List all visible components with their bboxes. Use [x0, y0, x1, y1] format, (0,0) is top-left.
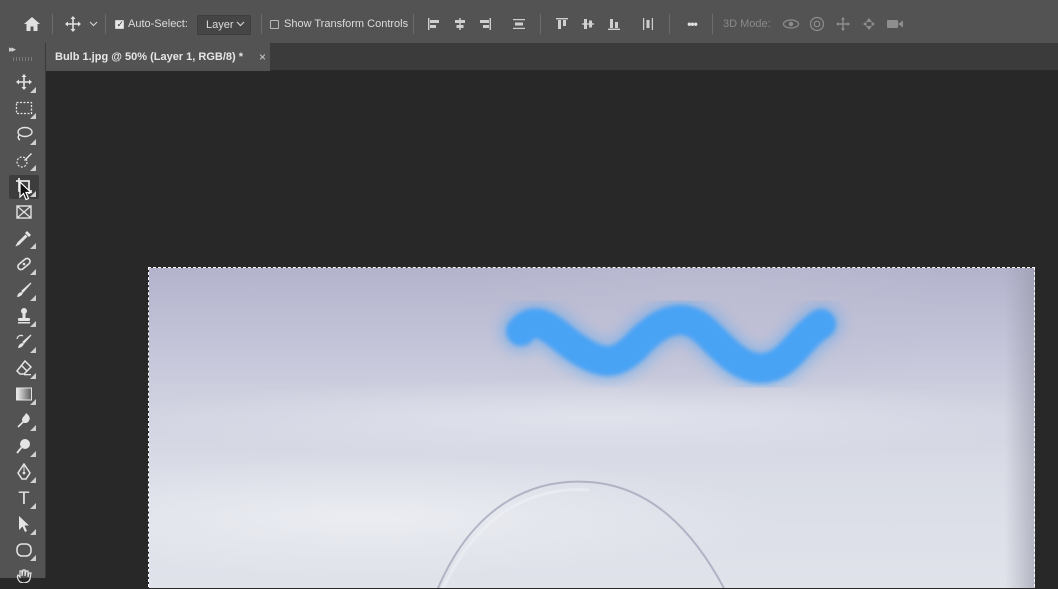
- close-icon[interactable]: ×: [259, 50, 266, 64]
- separator: [105, 14, 106, 34]
- tools-panel: ▸▸ T: [0, 43, 46, 584]
- separator: [712, 14, 713, 34]
- document-tab[interactable]: Bulb 1.jpg @ 50% (Layer 1, RGB/8) * ×: [46, 43, 270, 71]
- separator: [413, 14, 414, 34]
- align-left-edges-icon[interactable]: [425, 15, 443, 33]
- frame-tool[interactable]: [9, 201, 39, 225]
- path-selection-tool[interactable]: [9, 513, 39, 537]
- panel-grip[interactable]: [13, 57, 33, 61]
- options-bar: ✓ Auto-Select: Layer Show Transform Cont…: [0, 0, 1058, 48]
- slide-3d-camera-icon[interactable]: [860, 15, 878, 33]
- history-brush-tool[interactable]: [9, 331, 39, 355]
- check-icon: ✓: [116, 18, 125, 29]
- bulb-outline: [441, 488, 590, 588]
- separator: [52, 14, 53, 34]
- document-canvas[interactable]: [149, 268, 1035, 588]
- type-tool[interactable]: T: [9, 487, 39, 511]
- orbit-3d-camera-icon[interactable]: [781, 15, 801, 33]
- collapse-panel-button[interactable]: ▸▸: [9, 44, 16, 55]
- hand-icon: [15, 568, 33, 586]
- ellipse-tool[interactable]: [9, 539, 39, 563]
- separator: [261, 14, 262, 34]
- align-bottom-edges-icon[interactable]: [605, 15, 623, 33]
- blur-tool[interactable]: [9, 409, 39, 433]
- distribute-horizontal-icon[interactable]: [639, 15, 657, 33]
- eyedropper-tool[interactable]: [9, 227, 39, 251]
- auto-select-label[interactable]: Auto-Select:: [128, 17, 188, 31]
- mouse-cursor-icon: [19, 180, 33, 204]
- 3d-mode-label: 3D Mode:: [723, 18, 771, 30]
- clone-stamp-tool[interactable]: [9, 305, 39, 329]
- gradient-tool[interactable]: [9, 383, 39, 407]
- show-transform-controls-checkbox[interactable]: [269, 19, 279, 29]
- align-vertical-centers-icon[interactable]: [579, 15, 597, 33]
- image-content: [437, 298, 843, 588]
- more-options-button[interactable]: •••: [679, 16, 705, 32]
- chevron-down-icon[interactable]: [87, 18, 99, 30]
- align-top-edges-icon[interactable]: [553, 15, 571, 33]
- layer-group-select-value: Layer: [206, 19, 234, 31]
- quick-selection-tool[interactable]: [9, 149, 39, 173]
- document-tab-strip: Bulb 1.jpg @ 50% (Layer 1, RGB/8) * ×: [46, 43, 1058, 71]
- spot-healing-brush-tool[interactable]: [9, 253, 39, 277]
- document-tab-title: Bulb 1.jpg @ 50% (Layer 1, RGB/8) *: [55, 51, 243, 63]
- home-icon[interactable]: [20, 14, 44, 34]
- move-tool[interactable]: [9, 71, 39, 95]
- eraser-tool[interactable]: [9, 357, 39, 381]
- brush-tool[interactable]: [9, 279, 39, 303]
- canvas-workspace[interactable]: [46, 71, 1058, 588]
- frame-icon: [15, 204, 33, 223]
- roll-3d-camera-icon[interactable]: [808, 15, 826, 33]
- separator: [540, 14, 541, 34]
- hand-tool[interactable]: [9, 565, 39, 589]
- pen-tool[interactable]: [9, 461, 39, 485]
- align-right-edges-icon[interactable]: [476, 15, 494, 33]
- show-transform-controls-label[interactable]: Show Transform Controls: [284, 17, 408, 31]
- dodge-tool[interactable]: [9, 435, 39, 459]
- rectangular-marquee-tool[interactable]: [9, 97, 39, 121]
- pan-3d-camera-icon[interactable]: [834, 15, 852, 33]
- video-camera-icon[interactable]: [885, 15, 905, 33]
- chevron-down-icon: [236, 21, 245, 27]
- move-tool-preset-icon[interactable]: [62, 14, 84, 34]
- type-icon: T: [18, 489, 30, 509]
- separator: [669, 14, 670, 34]
- layer-group-select[interactable]: Layer: [197, 15, 251, 35]
- distribute-vertical-icon[interactable]: [510, 15, 528, 33]
- auto-select-checkbox[interactable]: ✓: [114, 19, 124, 29]
- lasso-tool[interactable]: [9, 123, 39, 147]
- align-horizontal-centers-icon[interactable]: [451, 15, 469, 33]
